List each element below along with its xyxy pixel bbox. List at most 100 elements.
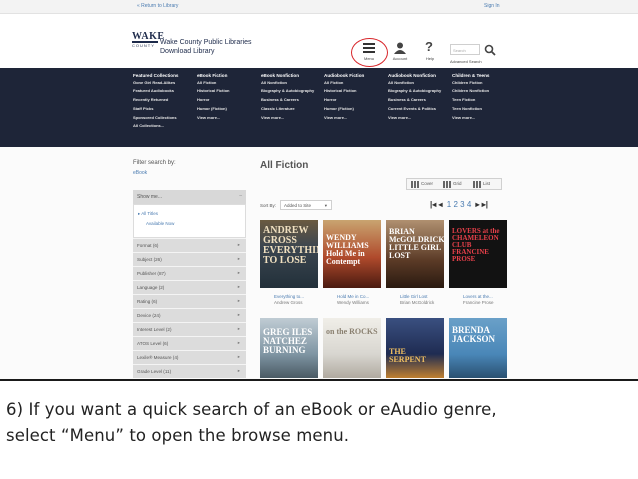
nav-heading[interactable]: eBook Fiction bbox=[197, 73, 261, 79]
prev-page-icon[interactable]: ◂ bbox=[439, 200, 443, 209]
grid-view-icon[interactable] bbox=[443, 181, 451, 188]
nav-item[interactable]: Historical Fiction bbox=[197, 88, 261, 94]
nav-item[interactable]: Children Fiction bbox=[452, 80, 516, 86]
facet-atos-level[interactable]: ATOS Level (6) ▸ bbox=[133, 336, 246, 350]
book-cover[interactable]: LOVERS at the CHAMELEON CLUB FRANCINE PR… bbox=[449, 220, 507, 288]
first-page-icon[interactable]: |◂ bbox=[430, 200, 436, 209]
sign-in-link[interactable]: Sign In bbox=[484, 3, 500, 9]
option-available-now[interactable]: Available Now bbox=[146, 221, 241, 226]
show-me-label: Show me... bbox=[137, 194, 163, 200]
book-title[interactable]: Hold Me in Co... bbox=[337, 294, 397, 299]
nav-item[interactable]: Current Events & Politics bbox=[388, 106, 452, 112]
facet-subject[interactable]: Subject (26) ▸ bbox=[133, 252, 246, 266]
nav-item[interactable]: Horror bbox=[197, 97, 261, 103]
nav-item[interactable]: Classic Literature bbox=[261, 106, 325, 112]
facet-language[interactable]: Language (2) ▸ bbox=[133, 280, 246, 294]
book-author[interactable]: Andrew Gross bbox=[274, 300, 334, 305]
nav-heading[interactable]: Audiobook Nonfiction bbox=[388, 73, 452, 79]
nav-item[interactable]: View more... bbox=[388, 115, 452, 121]
nav-item[interactable]: Sponsored Collections bbox=[133, 115, 197, 121]
filter-ebook-link[interactable]: eBook bbox=[133, 170, 246, 176]
nav-item[interactable]: Staff Picks bbox=[133, 106, 197, 112]
cover-view-icon[interactable] bbox=[411, 181, 419, 188]
search-input[interactable]: Search bbox=[450, 44, 480, 55]
nav-heading[interactable]: Featured Collections bbox=[133, 73, 197, 79]
search-icon[interactable] bbox=[484, 44, 496, 56]
last-page-icon[interactable]: ▸| bbox=[482, 200, 488, 209]
facet-device[interactable]: Device (24) ▸ bbox=[133, 308, 246, 322]
nav-item[interactable]: Recently Returned bbox=[133, 97, 197, 103]
availability-options: ▸ All Titles Available Now bbox=[133, 204, 246, 238]
nav-item[interactable]: Horror bbox=[324, 97, 388, 103]
menu-button[interactable]: Menu bbox=[357, 28, 381, 62]
chevron-right-icon: ▸ bbox=[237, 256, 240, 261]
facet-interest-level[interactable]: Interest Level (2) ▸ bbox=[133, 322, 246, 336]
nav-item[interactable]: Gone Girl Read-Alikes bbox=[133, 80, 197, 86]
facet-label: ATOS Level (6) bbox=[137, 341, 169, 346]
nav-item[interactable]: Featured Audiobooks bbox=[133, 88, 197, 94]
nav-item[interactable]: View more... bbox=[261, 115, 325, 121]
facet-rating[interactable]: Rating (6) ▸ bbox=[133, 294, 246, 308]
next-page-icon[interactable]: ▸ bbox=[476, 200, 480, 209]
nav-item[interactable]: Biography & Autobiography bbox=[388, 88, 452, 94]
nav-item[interactable]: Historical Fiction bbox=[324, 88, 388, 94]
facet-label: Publisher (87) bbox=[137, 271, 166, 276]
facet-lexile-measure[interactable]: Lexile® Measure (4) ▸ bbox=[133, 350, 246, 364]
help-button[interactable]: ? Help bbox=[418, 28, 442, 62]
nav-item[interactable]: All Fiction bbox=[197, 80, 261, 86]
nav-item[interactable]: View more... bbox=[452, 115, 516, 121]
nav-item[interactable]: Business & Careers bbox=[388, 97, 452, 103]
view-grid-button[interactable]: Grid bbox=[453, 181, 462, 186]
view-list-button[interactable]: List bbox=[483, 181, 490, 186]
page-3[interactable]: 3 bbox=[460, 200, 464, 209]
book-cover[interactable]: GREG ILES NATCHEZ BURNING bbox=[260, 318, 318, 378]
facet-grade-level[interactable]: Grade Level (11) ▸ bbox=[133, 364, 246, 378]
return-to-library-link[interactable]: « Return to Library bbox=[137, 3, 178, 9]
nav-item[interactable]: Humor (Fiction) bbox=[324, 106, 388, 112]
list-view-icon[interactable] bbox=[473, 181, 481, 188]
nav-item[interactable]: All Nonfiction bbox=[261, 80, 325, 86]
library-name-line2: Download Library bbox=[160, 48, 215, 55]
nav-heading[interactable]: Audiobook Fiction bbox=[324, 73, 388, 79]
nav-item[interactable]: Business & Careers bbox=[261, 97, 325, 103]
book-title[interactable]: Little Girl Lost bbox=[400, 294, 460, 299]
browse-menu: Featured Collections Gone Girl Read-Alik… bbox=[0, 68, 638, 147]
facet-publisher[interactable]: Publisher (87) ▸ bbox=[133, 266, 246, 280]
show-me-header[interactable]: Show me... – bbox=[133, 190, 246, 204]
option-all-titles[interactable]: ▸ All Titles bbox=[138, 211, 241, 217]
book-cover[interactable]: THE SERPENT bbox=[386, 318, 444, 378]
page-1[interactable]: 1 bbox=[447, 200, 451, 209]
library-logo[interactable]: WAKE COUNTY bbox=[132, 31, 164, 51]
nav-item[interactable]: Teen Fiction bbox=[452, 97, 516, 103]
nav-item[interactable]: Teen Nonfiction bbox=[452, 106, 516, 112]
nav-item[interactable]: Children Nonfiction bbox=[452, 88, 516, 94]
book-cover[interactable]: on the ROCKS bbox=[323, 318, 381, 378]
nav-item[interactable]: View more... bbox=[324, 115, 388, 121]
nav-item[interactable]: View more... bbox=[197, 115, 261, 121]
facet-format[interactable]: Format (6) ▸ bbox=[133, 238, 246, 252]
nav-heading[interactable]: eBook Nonfiction bbox=[261, 73, 325, 79]
book-title[interactable]: Lovers at the... bbox=[463, 294, 523, 299]
book-author[interactable]: Wendy Williams bbox=[337, 300, 397, 305]
book-cover[interactable]: BRENDA JACKSON bbox=[449, 318, 507, 378]
nav-item[interactable]: All Nonfiction bbox=[388, 80, 452, 86]
nav-heading[interactable]: Children & Teens bbox=[452, 73, 516, 79]
book-title[interactable]: Everything to... bbox=[274, 294, 334, 299]
sort-select[interactable]: Added to Site ▾ bbox=[280, 200, 332, 210]
book-cover[interactable]: BRIAN McGOLDRICK LITTLE GIRL LOST bbox=[386, 220, 444, 288]
advanced-search-link[interactable]: Advanced Search bbox=[450, 59, 482, 64]
nav-item[interactable]: All Collections... bbox=[133, 124, 197, 129]
book-cover[interactable]: ANDREW GROSS EVERYTHING TO LOSE bbox=[260, 220, 318, 288]
account-button[interactable]: Account bbox=[388, 28, 412, 62]
book-author[interactable]: Brian McGoldrick bbox=[400, 300, 460, 305]
book-cover[interactable]: WENDY WILLIAMS Hold Me in Contempt bbox=[323, 220, 381, 288]
view-cover-button[interactable]: Cover bbox=[421, 181, 433, 186]
nav-item[interactable]: Humor (Fiction) bbox=[197, 106, 261, 112]
page-2[interactable]: 2 bbox=[453, 200, 457, 209]
nav-item[interactable]: Biography & Autobiography bbox=[261, 88, 325, 94]
book-author[interactable]: Francine Prose bbox=[463, 300, 523, 305]
chevron-right-icon: ▸ bbox=[237, 270, 240, 275]
page-4[interactable]: 4 bbox=[467, 200, 471, 209]
nav-item[interactable]: All Fiction bbox=[324, 80, 388, 86]
chevron-right-icon: ▸ bbox=[237, 368, 240, 373]
